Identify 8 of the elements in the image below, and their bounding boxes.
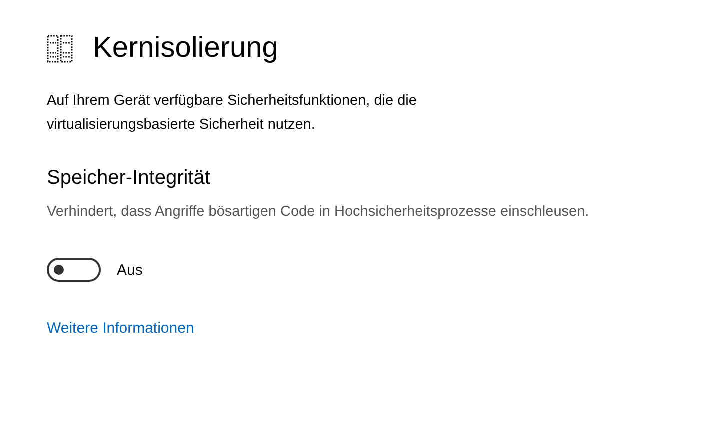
section-title: Speicher-Integrität <box>47 167 212 190</box>
page-title: Kernisolierung <box>93 32 278 65</box>
page-description: Auf Ihrem Gerät verfügbare Sicherheitsfunktionen, die die virtualisierungsbasierte Sicherheit nutzen. <box>47 92 418 135</box>
section-description: Verhindert, dass Angriffe bösartigen Code in Hochsicherheitsprozesse einschleusen. <box>47 203 590 222</box>
toggle-label: Aus <box>117 262 143 278</box>
more-info-link[interactable]: Weitere Informationen <box>47 320 194 337</box>
chip-icon <box>47 34 73 62</box>
toggle-switch[interactable] <box>47 258 101 282</box>
